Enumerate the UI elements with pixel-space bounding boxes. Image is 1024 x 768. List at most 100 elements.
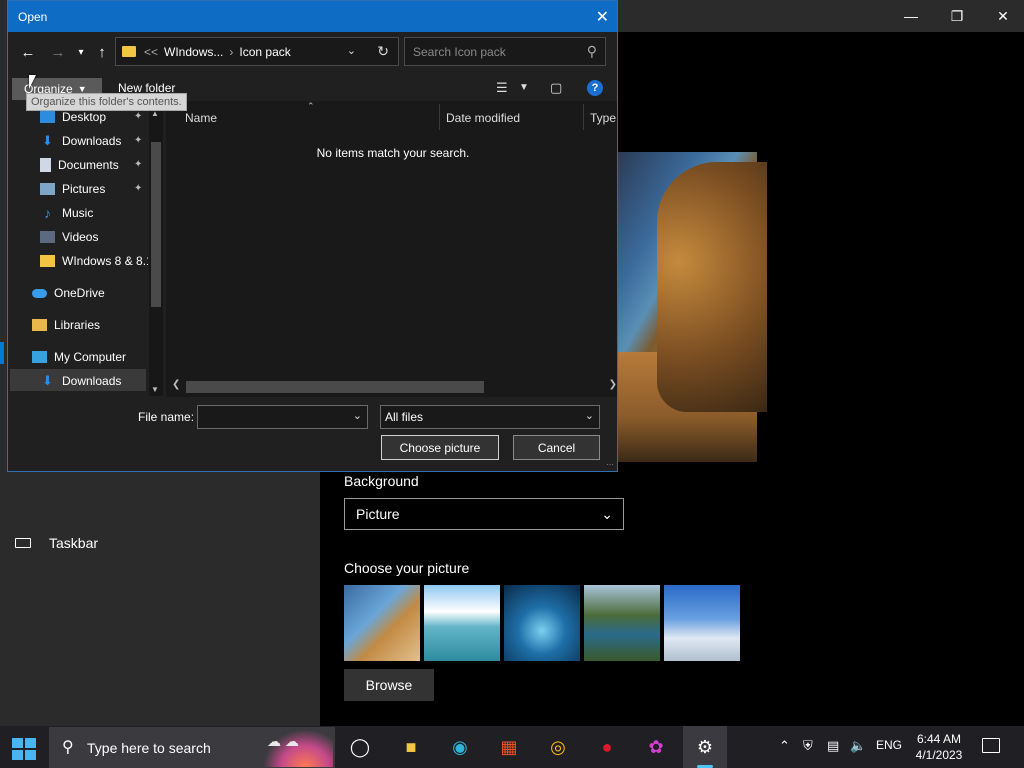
picture-thumbnail[interactable] (344, 585, 420, 661)
up-arrow-icon[interactable]: ↑ (92, 42, 112, 62)
picture-thumbnail[interactable] (584, 585, 660, 661)
gear-icon[interactable]: ⚙ (691, 733, 719, 761)
paint-icon[interactable]: ✿ (642, 733, 670, 761)
volume-icon[interactable]: 🔈 (850, 738, 866, 754)
chevron-right-icon: › (229, 44, 234, 59)
file-type-dropdown[interactable]: All files ⌄ (380, 405, 600, 429)
picture-thumbnail[interactable] (504, 585, 580, 661)
scrollbar-thumb[interactable] (186, 381, 484, 393)
help-icon[interactable]: ? (587, 80, 603, 96)
nav-item-documents[interactable]: Documents (40, 154, 119, 176)
picture-thumbnails (344, 585, 740, 661)
scroll-down-icon[interactable]: ▼ (151, 385, 159, 394)
desktop-icon (40, 111, 55, 123)
sidebar-item-taskbar[interactable]: Taskbar (15, 535, 98, 551)
scrollbar-thumb[interactable] (151, 142, 161, 307)
task-view-icon[interactable]: ◯ (346, 733, 374, 761)
breadcrumb-parent[interactable]: WIndows... (164, 45, 223, 59)
taskbar-search-input[interactable] (87, 727, 257, 768)
nav-item-label: Videos (62, 230, 99, 244)
search-input[interactable] (405, 38, 605, 65)
nav-item-label: OneDrive (54, 286, 105, 300)
column-divider[interactable] (583, 104, 584, 130)
chevron-down-icon[interactable]: ⌄ (353, 409, 362, 422)
address-bar[interactable]: << WIndows... › Icon pack ⌄ ↻ (115, 37, 399, 66)
preview-pane-icon[interactable]: ▢ (550, 80, 562, 96)
file-name-input[interactable] (198, 406, 348, 428)
column-header-type[interactable]: Type (590, 111, 616, 125)
start-button[interactable] (12, 738, 36, 760)
chrome-icon[interactable]: ◎ (544, 733, 572, 761)
file-explorer-icon[interactable]: ■ (397, 733, 425, 761)
clock[interactable]: 6:44 AM 4/1/2023 (912, 731, 966, 763)
refresh-icon[interactable]: ↻ (377, 43, 389, 60)
cancel-button[interactable]: Cancel (513, 435, 600, 460)
clock-date: 4/1/2023 (915, 748, 963, 762)
download-icon: ⬇ (42, 373, 53, 388)
selection-indicator (0, 342, 4, 364)
scroll-left-icon[interactable]: ❮ (172, 379, 180, 390)
sort-caret-icon: ⌃ (307, 101, 315, 111)
forward-arrow-icon[interactable]: → (48, 42, 68, 62)
nav-item-downloads-selected[interactable]: ⬇ Downloads (40, 370, 121, 392)
column-divider[interactable] (439, 104, 440, 130)
close-icon[interactable]: ✕ (596, 7, 609, 27)
nav-item-label: Desktop (62, 110, 107, 124)
minimize-button[interactable]: — (888, 0, 934, 32)
pin-icon[interactable]: ✦ (134, 135, 142, 146)
browse-button[interactable]: Browse (344, 669, 434, 701)
taskbar-search[interactable]: ⚲ ☁ ☁ (49, 727, 335, 768)
chevron-down-icon[interactable]: ▼ (519, 82, 529, 93)
navigation-scrollbar[interactable]: ▲ ▼ (149, 104, 163, 396)
cloud-icon: ☁ ☁ (267, 733, 299, 749)
notification-icon[interactable] (982, 738, 1000, 753)
security-shield-icon[interactable]: ⛨ (803, 738, 813, 754)
back-arrow-icon[interactable]: ← (18, 42, 38, 62)
chevron-down-icon[interactable]: ⌄ (347, 44, 356, 57)
documents-icon (40, 158, 51, 172)
resize-grip-icon[interactable]: ⋯ (606, 460, 614, 469)
picture-thumbnail[interactable] (424, 585, 500, 661)
language-indicator[interactable]: ENG (876, 738, 902, 752)
pin-icon[interactable]: ✦ (134, 111, 142, 122)
breadcrumb-overflow[interactable]: << (144, 45, 158, 59)
recorder-icon[interactable]: ● (593, 733, 621, 761)
view-options-icon[interactable]: ☰ (496, 80, 508, 96)
store-icon[interactable]: ▦ (495, 733, 523, 761)
nav-item-downloads[interactable]: ⬇ Downloads (40, 130, 121, 152)
background-dropdown[interactable]: Picture ⌄ (344, 498, 624, 530)
nav-item-label: Music (62, 206, 94, 220)
onedrive-icon (32, 288, 47, 298)
mouse-cursor-icon (29, 75, 36, 89)
scroll-right-icon[interactable]: ❯ (609, 379, 617, 390)
file-name-field[interactable]: ⌄ (197, 405, 368, 429)
background-preview (617, 152, 767, 462)
nav-item-my-computer[interactable]: My Computer (32, 346, 126, 368)
breadcrumb-current[interactable]: Icon pack (239, 45, 290, 59)
pin-icon[interactable]: ✦ (134, 183, 142, 194)
search-icon[interactable]: ⚲ (587, 43, 597, 60)
column-header-name[interactable]: Name (185, 111, 217, 125)
column-header-date[interactable]: Date modified (446, 111, 520, 125)
dialog-titlebar: Open ✕ (8, 1, 617, 32)
network-icon[interactable]: ▤ (827, 738, 839, 754)
nav-item-libraries[interactable]: Libraries (32, 314, 100, 336)
pin-icon[interactable]: ✦ (134, 159, 142, 170)
nav-item-label: WIndows 8 & 8.1 (62, 254, 148, 268)
nav-item-windows-folder[interactable]: WIndows 8 & 8.1 (40, 250, 148, 272)
horizontal-scrollbar[interactable]: ❮ ❯ (166, 379, 617, 395)
picture-thumbnail[interactable] (664, 585, 740, 661)
search-box[interactable]: ⚲ (404, 37, 606, 66)
nav-item-music[interactable]: ♪ Music (40, 202, 93, 224)
chevron-up-icon[interactable]: ⌃ (779, 738, 790, 754)
restore-button[interactable]: ❐ (934, 0, 980, 32)
recent-locations-icon[interactable]: ▾ (71, 42, 91, 62)
chevron-down-icon: ⌄ (584, 410, 594, 422)
nav-item-pictures[interactable]: Pictures (40, 178, 105, 200)
close-window-button[interactable]: ✕ (980, 0, 1024, 32)
nav-item-videos[interactable]: Videos (40, 226, 98, 248)
nav-item-onedrive[interactable]: OneDrive (32, 282, 105, 304)
empty-message: No items match your search. (316, 146, 470, 160)
edge-icon[interactable]: ◉ (446, 733, 474, 761)
choose-picture-button[interactable]: Choose picture (381, 435, 499, 460)
